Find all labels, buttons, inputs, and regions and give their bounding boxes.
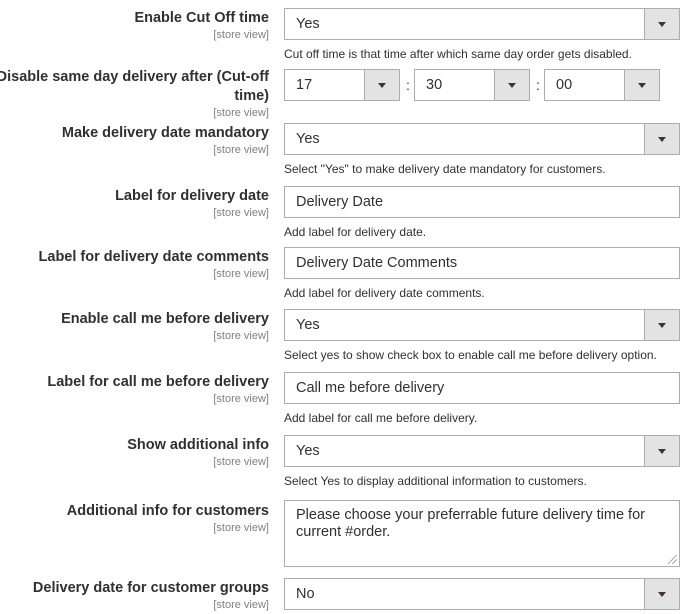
show-additional-select[interactable]: Yes <box>284 435 680 467</box>
chevron-down-icon[interactable] <box>644 436 679 466</box>
field-note: Select yes to show check box to enable c… <box>284 348 657 362</box>
chevron-down-icon[interactable] <box>644 9 679 39</box>
cutoff-hour-select[interactable]: 17 <box>284 69 400 101</box>
chevron-down-icon[interactable] <box>624 70 659 100</box>
field-note: Add label for delivery date comments. <box>284 286 485 300</box>
field-note: Cut off time is that time after which sa… <box>284 47 632 61</box>
input-value: Delivery Date <box>296 194 384 210</box>
delivery-date-input[interactable]: Delivery Date <box>284 186 680 218</box>
field-label-line2: time) <box>234 88 269 104</box>
chevron-down-icon[interactable] <box>644 124 679 154</box>
textarea-value: Please choose your preferrable future de… <box>296 507 645 540</box>
field-label: Enable Cut Off time <box>134 10 269 26</box>
scope-label: [store view] <box>213 29 269 41</box>
scope-label: [store view] <box>213 207 269 219</box>
call-me-label-input[interactable]: Call me before delivery <box>284 372 680 404</box>
scope-label: [store view] <box>213 456 269 468</box>
mandatory-label: Make delivery date mandatory [store view… <box>0 124 269 157</box>
field-note: Select "Yes" to make delivery date manda… <box>284 162 606 176</box>
call-me-enable-label: Enable call me before delivery [store vi… <box>0 310 269 343</box>
field-label: Make delivery date mandatory <box>61 125 269 141</box>
field-label: Show additional info <box>127 437 269 453</box>
chevron-down-icon[interactable] <box>364 70 399 100</box>
select-value: Yes <box>296 443 320 459</box>
customer-groups-select[interactable]: No <box>284 578 680 610</box>
delivery-comments-label: Label for delivery date comments [store … <box>0 248 269 281</box>
delivery-comments-input[interactable]: Delivery Date Comments <box>284 247 680 279</box>
additional-info-textarea[interactable]: Please choose your preferrable future de… <box>284 500 680 567</box>
field-label-line1: Disable same day delivery after (Cut-off <box>0 69 269 85</box>
enable-cutoff-select[interactable]: Yes <box>284 8 680 40</box>
field-note: Add label for delivery date. <box>284 225 427 239</box>
scope-label: [store view] <box>213 522 269 534</box>
select-value: Yes <box>296 317 320 333</box>
second-value: 00 <box>556 77 573 93</box>
minute-value: 30 <box>426 77 443 93</box>
call-me-enable-select[interactable]: Yes <box>284 309 680 341</box>
hour-value: 17 <box>296 77 313 93</box>
field-label: Label for call me before delivery <box>47 374 269 390</box>
field-label: Delivery date for customer groups <box>32 580 269 596</box>
scope-label: [store view] <box>213 268 269 280</box>
scope-label: [store view] <box>213 393 269 405</box>
input-value: Call me before delivery <box>296 380 445 396</box>
customer-groups-label: Delivery date for customer groups [store… <box>0 579 269 612</box>
resize-handle-icon[interactable] <box>668 555 677 564</box>
field-label: Label for delivery date comments <box>38 249 269 265</box>
enable-cutoff-label: Enable Cut Off time [store view] <box>0 9 269 42</box>
call-me-label-label: Label for call me before delivery [store… <box>0 373 269 406</box>
cutoff-time-label: Disable same day delivery after (Cut-off… <box>0 68 269 120</box>
field-label: Enable call me before delivery <box>61 311 269 327</box>
select-value: Yes <box>296 131 320 147</box>
field-label: Label for delivery date <box>115 188 269 204</box>
field-note: Select Yes to display additional informa… <box>284 474 587 488</box>
show-additional-label: Show additional info [store view] <box>0 436 269 469</box>
scope-label: [store view] <box>213 107 269 119</box>
select-value: Yes <box>296 16 320 32</box>
mandatory-select[interactable]: Yes <box>284 123 680 155</box>
scope-label: [store view] <box>213 144 269 156</box>
cutoff-minute-select[interactable]: 30 <box>414 69 530 101</box>
time-separator: : <box>536 77 540 93</box>
scope-label: [store view] <box>213 599 269 611</box>
additional-info-label: Additional info for customers [store vie… <box>0 502 269 535</box>
chevron-down-icon[interactable] <box>644 579 679 609</box>
field-label: Additional info for customers <box>66 503 269 519</box>
delivery-date-label: Label for delivery date [store view] <box>0 187 269 220</box>
chevron-down-icon[interactable] <box>494 70 529 100</box>
cutoff-second-select[interactable]: 00 <box>544 69 660 101</box>
input-value: Delivery Date Comments <box>296 255 458 271</box>
time-separator: : <box>406 77 410 93</box>
select-value: No <box>296 586 315 602</box>
scope-label: [store view] <box>213 330 269 342</box>
field-note: Add label for call me before delivery. <box>284 411 478 425</box>
chevron-down-icon[interactable] <box>644 310 679 340</box>
